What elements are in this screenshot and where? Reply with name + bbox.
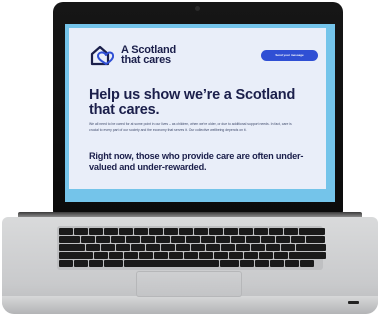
keyboard-key: [96, 236, 110, 243]
keyboard-key: [186, 236, 200, 243]
status-light: [348, 301, 359, 304]
keyboard-key: [59, 244, 85, 251]
keyboard-key: [289, 252, 326, 259]
keyboard-row-2: [59, 236, 325, 243]
keyboard-key: [134, 228, 148, 235]
keyboard-key: [244, 252, 258, 259]
keyboard-key: [119, 228, 133, 235]
keyboard-row-3: [59, 244, 326, 251]
keyboard-key: [171, 236, 185, 243]
keyboard-key: [164, 228, 178, 235]
keyboard: [57, 226, 326, 270]
keyboard-key: [291, 236, 305, 243]
keyboard-key: [139, 252, 153, 259]
keyboard-key: [285, 260, 299, 267]
keyboard-key: [74, 260, 88, 267]
keyboard-key: [266, 244, 280, 251]
keyboard-key: [149, 228, 163, 235]
keyboard-key: [269, 228, 283, 235]
keyboard-key: [300, 260, 314, 267]
keyboard-key: [220, 260, 239, 267]
keyboard-key: [229, 252, 243, 259]
keyboard-key: [101, 244, 115, 251]
site-logo-text[interactable]: A Scotland that cares: [121, 45, 176, 66]
laptop-display: A Scotland that cares Send your message …: [65, 24, 335, 202]
keyboard-key: [59, 260, 73, 267]
keyboard-key: [131, 244, 145, 251]
keyboard-row-5: [59, 260, 314, 267]
keyboard-key: [74, 228, 88, 235]
keyboard-key: [141, 236, 155, 243]
keyboard-key: [254, 228, 268, 235]
keyboard-key: [194, 228, 208, 235]
keyboard-key: [124, 260, 219, 267]
keyboard-key: [206, 244, 220, 251]
keyboard-key: [231, 236, 245, 243]
keyboard-key: [224, 228, 238, 235]
keyboard-key: [251, 244, 265, 251]
intro-paragraph: We all need to be cared for at some poin…: [89, 122, 292, 132]
keyboard-key: [146, 244, 160, 251]
keyboard-key: [240, 260, 254, 267]
keyboard-key: [94, 252, 108, 259]
heart-house-logo-icon[interactable]: [89, 44, 115, 66]
keyboard-key: [59, 236, 80, 243]
keyboard-key: [306, 236, 325, 243]
webpage: A Scotland that cares Send your message …: [69, 28, 326, 189]
keyboard-key: [116, 244, 130, 251]
laptop-base-front: [2, 296, 378, 314]
keyboard-key: [126, 236, 140, 243]
subheadline: Right now, those who provide care are of…: [89, 151, 304, 172]
keyboard-key: [104, 260, 123, 267]
keyboard-key: [299, 228, 325, 235]
keyboard-key: [89, 228, 103, 235]
keyboard-key: [81, 236, 95, 243]
keyboard-key: [221, 244, 235, 251]
keyboard-key: [201, 236, 215, 243]
keyboard-key: [236, 244, 250, 251]
keyboard-key: [59, 228, 73, 235]
keyboard-key: [179, 228, 193, 235]
keyboard-key: [259, 252, 273, 259]
keyboard-key: [59, 252, 93, 259]
keyboard-row-1: [59, 228, 325, 235]
keyboard-key: [276, 236, 290, 243]
keyboard-key: [261, 236, 275, 243]
keyboard-key: [274, 252, 288, 259]
keyboard-key: [124, 252, 138, 259]
keyboard-key: [169, 252, 183, 259]
keyboard-key: [109, 252, 123, 259]
camera-icon: [195, 6, 200, 11]
keyboard-key: [89, 260, 103, 267]
send-message-button[interactable]: Send your message: [261, 50, 318, 61]
page-headline: Help us show we’re a Scotland that cares…: [89, 87, 296, 118]
keyboard-key: [176, 244, 190, 251]
keyboard-key: [214, 252, 228, 259]
keyboard-key: [246, 236, 260, 243]
keyboard-key: [154, 252, 168, 259]
logo-line-2: that cares: [121, 54, 171, 66]
keyboard-key: [86, 244, 100, 251]
keyboard-key: [184, 252, 198, 259]
keyboard-key: [199, 252, 213, 259]
keyboard-key: [111, 236, 125, 243]
keyboard-key: [239, 228, 253, 235]
trackpad[interactable]: [136, 271, 242, 297]
keyboard-key: [191, 244, 205, 251]
keyboard-key: [284, 228, 298, 235]
keyboard-key: [255, 260, 269, 267]
keyboard-key: [281, 244, 295, 251]
keyboard-key: [161, 244, 175, 251]
keyboard-key: [156, 236, 170, 243]
keyboard-row-4: [59, 252, 326, 259]
keyboard-key: [270, 260, 284, 267]
keyboard-key: [216, 236, 230, 243]
laptop: A Scotland that cares Send your message …: [0, 0, 380, 321]
keyboard-key: [209, 228, 223, 235]
keyboard-key: [104, 228, 118, 235]
keyboard-key: [296, 244, 326, 251]
